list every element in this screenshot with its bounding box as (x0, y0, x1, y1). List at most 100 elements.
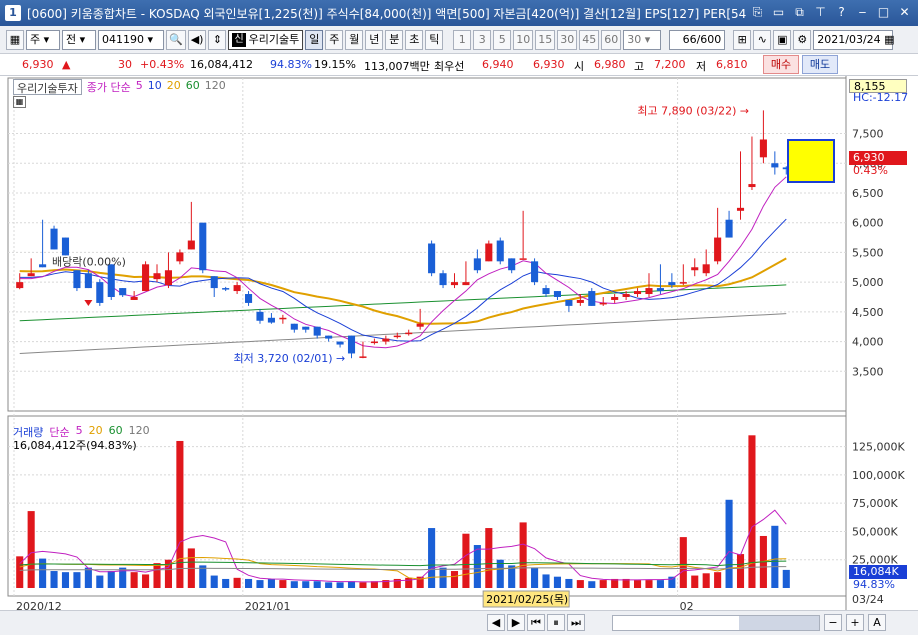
interval-60[interactable]: 60 (601, 29, 622, 50)
interval-10[interactable]: 10 (513, 29, 534, 50)
candle-body (428, 243, 436, 274)
sell-button[interactable]: 매도 (802, 55, 838, 74)
count-value: 66 (682, 32, 697, 46)
font-size-button[interactable]: A (868, 614, 886, 631)
restore-icon[interactable]: ▭ (771, 4, 786, 20)
chart-svg[interactable]: 3,5004,0004,5005,0005,5006,0006,5007,000… (0, 76, 918, 635)
candle-body (73, 270, 81, 289)
period-month[interactable]: 월 (345, 29, 364, 50)
candle-body (588, 291, 596, 306)
pause-icon[interactable]: ⏸ (547, 614, 565, 631)
code-input[interactable]: 041190 ▾ (98, 29, 164, 50)
candle-body (611, 296, 619, 300)
last-icon[interactable]: ⏭ (567, 614, 585, 631)
candle-body (565, 299, 573, 306)
quote-row: 6,930 ▲ 30 +0.43% 16,084,412 94.83% 19.1… (0, 54, 918, 76)
price-tick-label: 3,500 (852, 365, 884, 378)
candle-body (119, 288, 127, 296)
interval-45[interactable]: 45 (579, 29, 600, 50)
candle-body (725, 219, 733, 238)
grid-icon[interactable]: ▦ (6, 29, 24, 50)
copy-icon[interactable]: ⧉ (792, 4, 807, 20)
date-input[interactable]: 2021/03/24 ▦ (813, 29, 895, 50)
close-icon[interactable]: ✕ (897, 4, 912, 20)
volume-bar (668, 576, 676, 588)
save-icon[interactable]: ▣ (773, 29, 792, 50)
nav-buttons: ◀ ▶ ⏮ ⏸ ⏭ (487, 614, 611, 631)
legend-stock-name[interactable]: 우리기술투자 (13, 79, 82, 95)
type-select[interactable]: 전 ▾ (62, 29, 96, 50)
period-year[interactable]: 년 (365, 29, 384, 50)
volume-pct-tag: 94.83% (853, 578, 895, 591)
table-icon[interactable]: ▦ (13, 96, 26, 108)
indicator-icon[interactable]: ⊞ (733, 29, 752, 50)
date-cursor-label: 2021/02/25(목) (486, 593, 568, 606)
zoom-out-button[interactable]: − (824, 614, 842, 631)
candle-body (256, 311, 264, 321)
play-back-icon[interactable]: ▶ (507, 614, 525, 631)
volume-bar (633, 580, 642, 588)
zoom-in-button[interactable]: + (846, 614, 864, 631)
volume-bar (679, 537, 687, 588)
current-price: 6,930 (22, 58, 54, 71)
interval-select[interactable]: 30 ▾ (623, 29, 662, 50)
stock-name[interactable]: 신 우리기술투 (228, 29, 304, 50)
credit-badge: 신 (232, 32, 246, 47)
volume-bar (702, 573, 710, 588)
candle-body (748, 184, 756, 188)
minimize-icon[interactable]: ‒ (855, 4, 870, 20)
search-icon[interactable]: 🔍 (166, 29, 186, 50)
help-icon[interactable]: ? (834, 4, 849, 20)
scroll-thumb[interactable] (739, 616, 819, 630)
low-annotation: 최저 3,720 (02/01) → (234, 352, 346, 365)
candle-body (359, 356, 367, 358)
interval-30[interactable]: 30 (557, 29, 578, 50)
period-tick[interactable]: 틱 (425, 29, 444, 50)
count-input[interactable]: 66/600 (669, 29, 726, 50)
candle-body (393, 335, 401, 338)
candle-body (153, 273, 161, 280)
candle-body (96, 282, 104, 303)
volume-value: 16,084,412 (190, 58, 253, 71)
buy-button[interactable]: 매수 (763, 55, 799, 74)
volume-bar (244, 578, 253, 588)
candle-body (142, 264, 150, 292)
open-label: 시 (574, 60, 585, 73)
chart-type-icon[interactable]: ∿ (753, 29, 772, 50)
period-day[interactable]: 일 (305, 29, 324, 50)
link-icon[interactable]: ⎘ (750, 4, 765, 20)
sound-icon[interactable]: ◀) (187, 29, 207, 50)
candle-body (405, 332, 413, 335)
interval-5[interactable]: 5 (493, 29, 512, 50)
market-value: 주 (30, 32, 41, 46)
first-icon[interactable]: ⏮ (527, 614, 545, 631)
settings-icon[interactable]: ⚙ (793, 29, 812, 50)
period-minute[interactable]: 분 (385, 29, 404, 50)
ma20-line (19, 257, 787, 325)
interval-3[interactable]: 3 (473, 29, 492, 50)
scroll-icon[interactable]: ⇕ (208, 29, 227, 50)
market-select[interactable]: 주 ▾ (26, 29, 60, 50)
interval-1[interactable]: 1 (453, 29, 472, 50)
price-change: 30 (118, 58, 132, 71)
interval-15[interactable]: 15 (535, 29, 556, 50)
candle-body (336, 341, 344, 345)
candle-body (244, 294, 253, 303)
candle-body (633, 291, 642, 295)
candle-body (84, 273, 92, 289)
period-second[interactable]: 초 (405, 29, 424, 50)
scroll-left-icon[interactable]: ◀ (487, 614, 505, 631)
volume-bar (210, 575, 218, 588)
maximize-icon[interactable]: □ (876, 4, 891, 20)
ma5-line (19, 176, 787, 349)
pin-icon[interactable]: ⊤ (813, 4, 828, 20)
horizontal-scrollbar[interactable] (612, 615, 820, 631)
candle-body (679, 282, 687, 284)
candle-body (656, 288, 664, 292)
chart-area[interactable]: 3,5004,0004,5005,0005,5006,0006,5007,000… (0, 76, 918, 635)
volume-bar (462, 533, 470, 588)
volume-bar (39, 558, 47, 588)
volume-bar (313, 581, 321, 588)
period-week[interactable]: 주 (325, 29, 344, 50)
candle-body (325, 335, 333, 339)
